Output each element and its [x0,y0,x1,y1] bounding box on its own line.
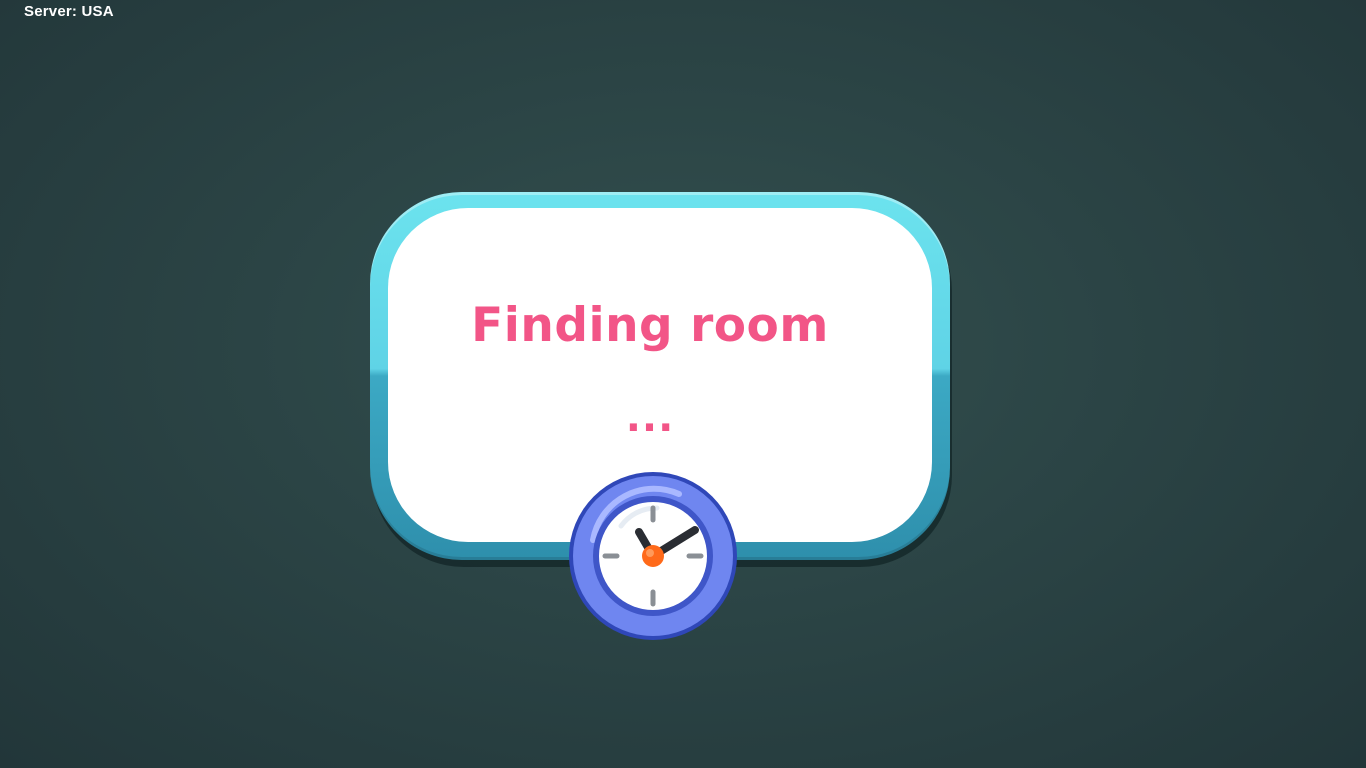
dialog-title: Finding room [471,298,829,353]
clock-icon [569,472,737,640]
loading-dots: ... [625,395,675,441]
server-label: Server: USA [24,3,114,20]
